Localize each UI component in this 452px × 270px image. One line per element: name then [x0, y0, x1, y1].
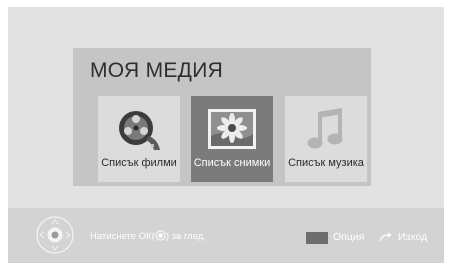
media-screen: МОЯ МЕДИЯ Списък филми Списък снимки Спи… [8, 7, 444, 263]
footer-bar: Натиснете ОК( ) за глед. Опция Изход [8, 208, 444, 263]
film-reel-icon [119, 111, 160, 150]
option-label[interactable]: Опция [333, 231, 364, 243]
option-color-key-icon[interactable] [306, 232, 328, 244]
back-arrow-icon[interactable] [378, 232, 392, 244]
hint-prefix: Натиснете ОК( [90, 231, 155, 242]
tile-label: Списък снимки [193, 157, 271, 169]
dpad-ok-icon [36, 216, 74, 254]
tile-movie-list[interactable]: Списък филми [98, 96, 180, 182]
tile-music-list[interactable]: Списък музика [285, 96, 367, 182]
panel-title: МОЯ МЕДИЯ [90, 59, 224, 82]
ok-button-icon [155, 230, 166, 241]
hint-suffix: ) за глед. [165, 231, 206, 242]
tile-photo-list[interactable]: Списък снимки [191, 96, 273, 182]
tile-label: Списък филми [101, 157, 177, 169]
photo-flower-icon [208, 109, 256, 149]
my-media-panel: МОЯ МЕДИЯ Списък филми Списък снимки Спи… [73, 48, 371, 186]
music-note-icon [307, 108, 343, 149]
exit-label[interactable]: Изход [398, 231, 427, 243]
ok-hint: Натиснете ОК( ) за глед. [90, 230, 206, 242]
tile-label: Списък музика [288, 157, 364, 169]
